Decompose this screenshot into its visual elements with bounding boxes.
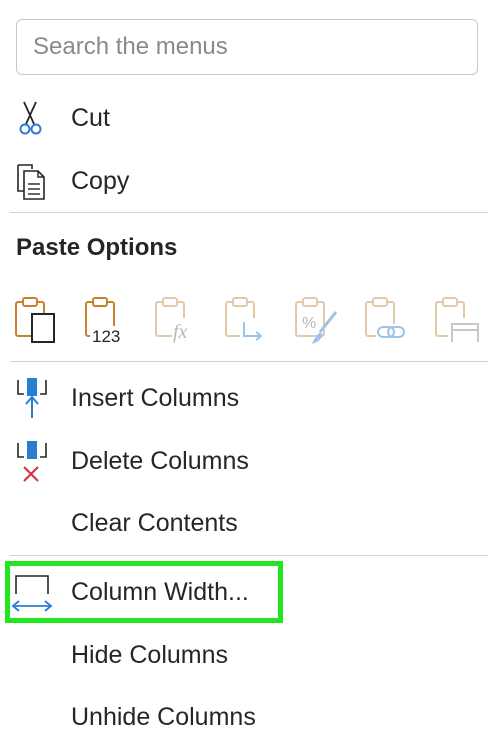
paste-formulas-icon: fx <box>155 297 198 343</box>
menu-item-delete-columns[interactable]: Delete Columns <box>0 433 488 489</box>
menu-item-hide-columns[interactable]: Hide Columns <box>0 627 488 683</box>
menu-item-copy[interactable]: Copy <box>0 153 488 209</box>
menu-item-label: Unhide Columns <box>71 702 256 731</box>
menu-item-label: Insert Columns <box>71 383 240 412</box>
search-box[interactable] <box>16 19 478 75</box>
menu-item-label: Delete Columns <box>71 446 249 475</box>
paste-formatting-icon: % <box>295 297 338 344</box>
scissors-icon <box>10 96 54 140</box>
menu-divider <box>10 361 488 362</box>
paste-options-heading: Paste Options <box>16 234 178 261</box>
menu-item-insert-columns[interactable]: Insert Columns <box>0 370 488 426</box>
paste-transpose-button[interactable] <box>220 292 272 348</box>
menu-item-unhide-columns[interactable]: Unhide Columns <box>0 689 488 745</box>
copy-icon <box>10 159 54 203</box>
insert-columns-icon <box>10 376 54 420</box>
delete-columns-icon <box>10 439 54 483</box>
paste-icon <box>15 297 55 343</box>
menu-item-label: Clear Contents <box>71 508 238 537</box>
menu-divider <box>10 212 488 213</box>
paste-column-widths-icon <box>435 297 480 344</box>
menu-item-clear-contents[interactable]: Clear Contents <box>0 495 488 551</box>
paste-values-icon: 123 <box>85 297 130 346</box>
paste-values-button[interactable]: 123 <box>80 292 132 348</box>
menu-item-cut[interactable]: Cut <box>0 90 488 146</box>
paste-formulas-button[interactable]: fx <box>150 292 202 348</box>
paste-values-badge: 123 <box>92 327 120 346</box>
paste-formatting-button[interactable]: % <box>290 292 342 348</box>
highlight-box <box>5 561 283 623</box>
menu-item-label: Cut <box>71 103 110 132</box>
menu-item-label: Hide Columns <box>71 640 229 669</box>
paste-link-icon <box>365 297 408 342</box>
paste-button[interactable] <box>10 292 62 348</box>
search-input[interactable] <box>17 20 477 74</box>
paste-formatting-badge: % <box>302 315 316 332</box>
menu-item-label: Copy <box>71 166 130 195</box>
paste-column-widths-button[interactable] <box>430 292 482 348</box>
paste-formulas-badge: fx <box>173 321 188 343</box>
menu-divider <box>10 555 488 556</box>
paste-transpose-icon <box>225 297 268 344</box>
paste-link-button[interactable] <box>360 292 412 348</box>
